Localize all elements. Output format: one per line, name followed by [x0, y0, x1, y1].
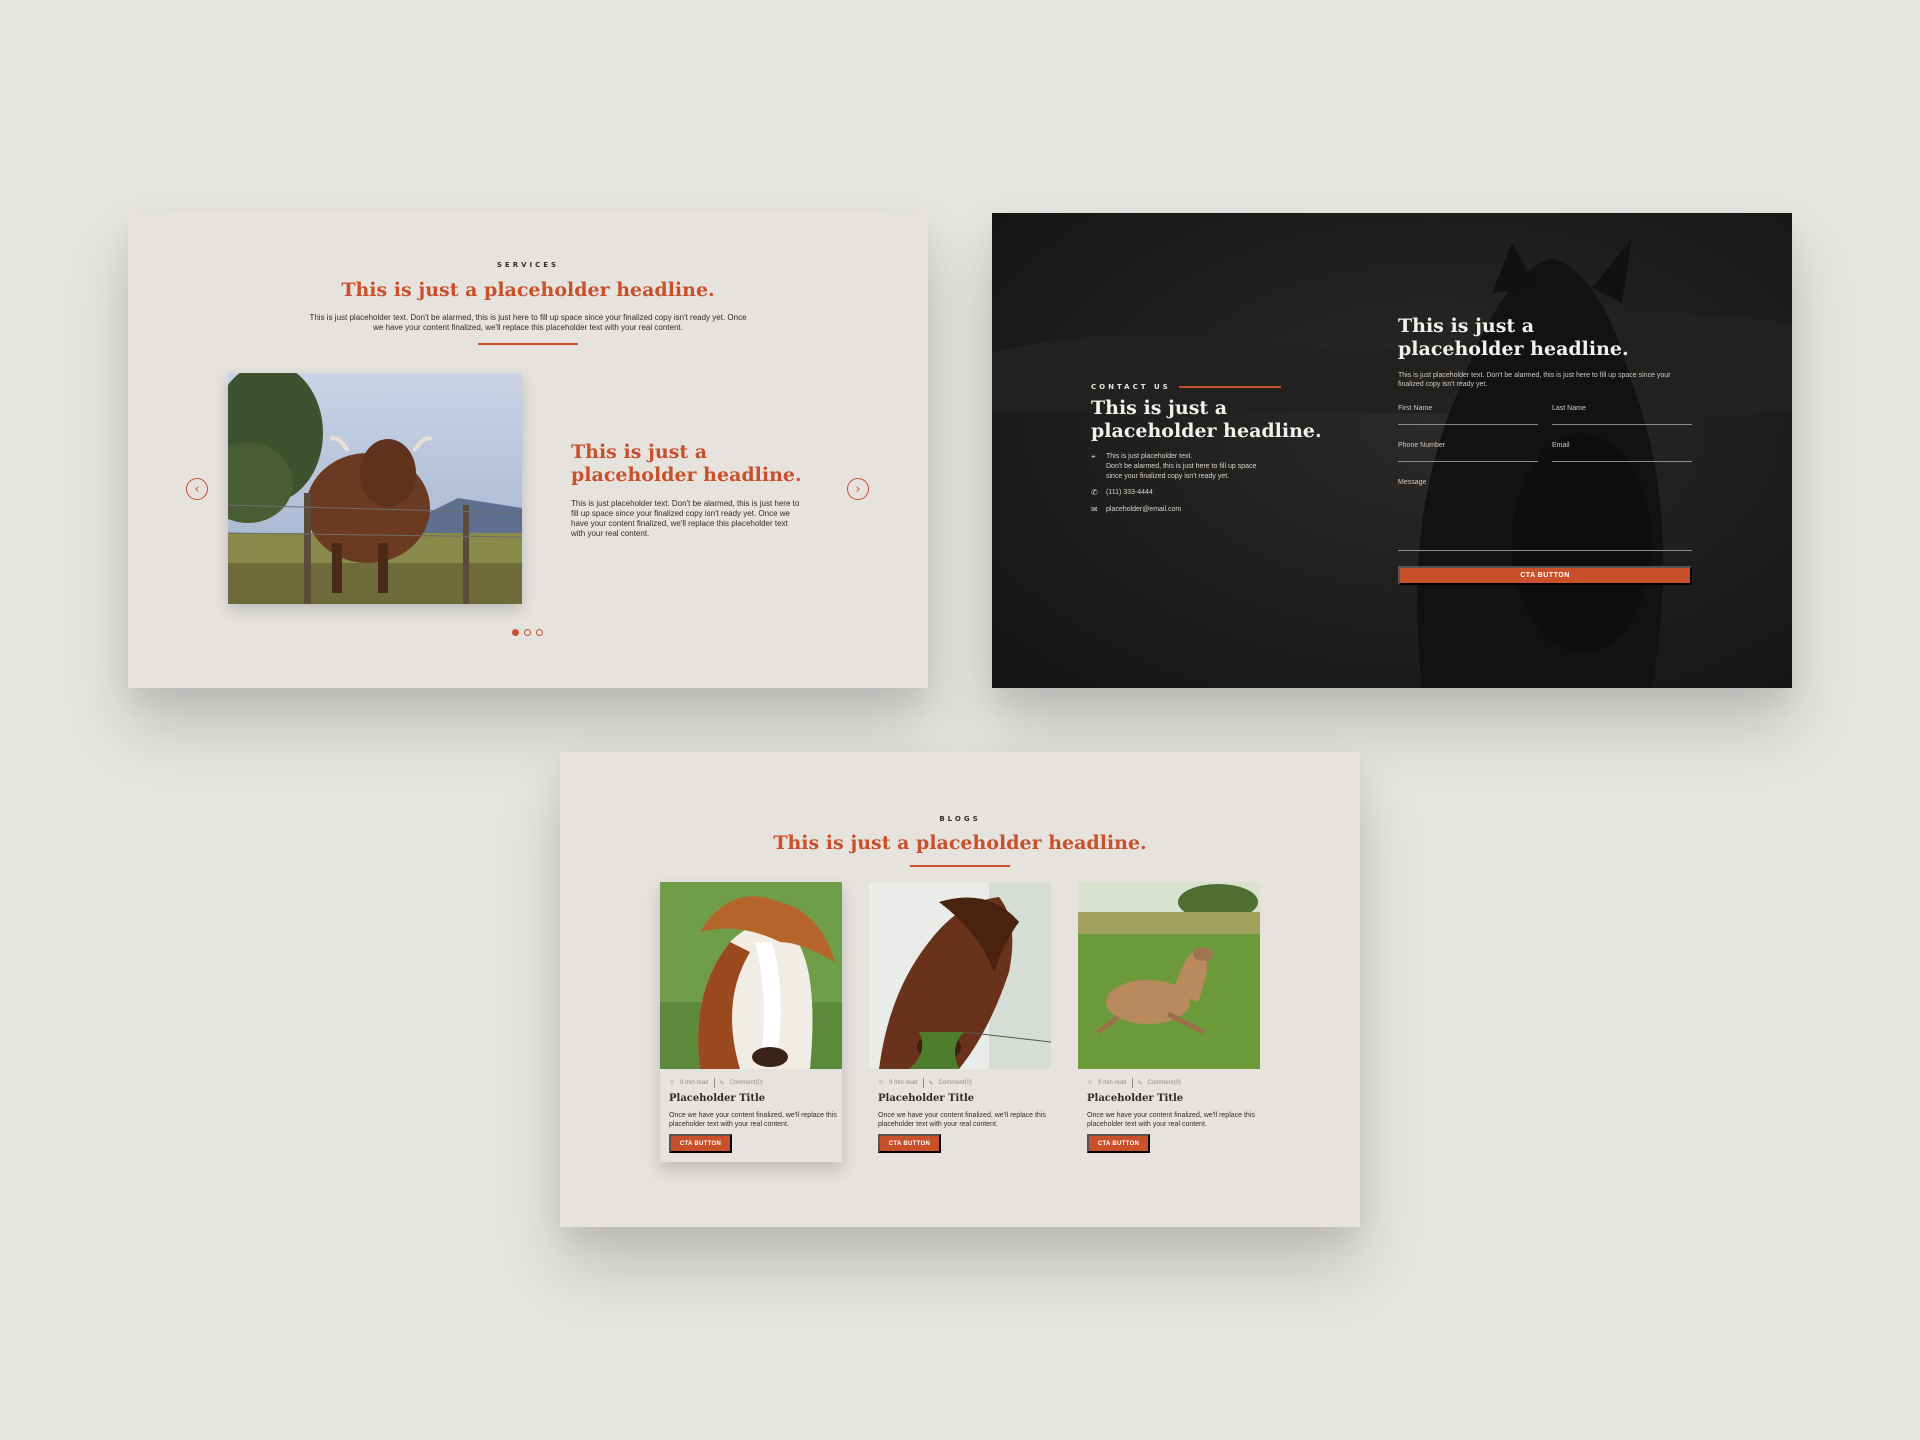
- slide-headline: This is just a placeholder headline.: [571, 441, 802, 486]
- contact-eyebrow-row: CONTACT US: [1091, 383, 1281, 391]
- comment-icon: ✎: [1137, 1080, 1143, 1087]
- read-time: 9 min read: [680, 1080, 709, 1086]
- slider-dot-3[interactable]: [536, 629, 543, 636]
- chevron-right-icon: ›: [855, 481, 861, 497]
- card-title[interactable]: Placeholder Title: [669, 1093, 765, 1104]
- foal-photo: [1078, 882, 1260, 1069]
- first-name-field[interactable]: First Name: [1398, 405, 1538, 425]
- slide-text: This is just placeholder text. Don't be …: [571, 499, 800, 538]
- blogs-headline: This is just a placeholder headline.: [773, 832, 1147, 854]
- bull-photo: [228, 373, 522, 604]
- user-icon: ☺: [878, 1080, 885, 1086]
- phone-icon: ✆: [1091, 488, 1098, 497]
- email-address[interactable]: placeholder@email.com: [1106, 505, 1181, 515]
- card-text: Once we have your content finalized, we'…: [1087, 1112, 1255, 1128]
- services-headline: This is just a placeholder headline.: [341, 279, 715, 301]
- phone-number-field[interactable]: Phone Number: [1398, 442, 1538, 462]
- blog-card[interactable]: ☺ 9 min read ✎ Comment(0) Placeholder Ti…: [869, 882, 1051, 1162]
- form-intro-text: This is just placeholder text. Don't be …: [1398, 372, 1671, 388]
- location-pin-icon: ⌖: [1091, 452, 1096, 461]
- phone-number[interactable]: (111) 333-4444: [1106, 488, 1153, 498]
- message-field[interactable]: Message: [1398, 479, 1692, 551]
- comment-icon: ✎: [719, 1080, 725, 1087]
- slider-prev-button[interactable]: ‹: [186, 478, 208, 500]
- services-panel: SERVICES This is just a placeholder head…: [128, 213, 928, 688]
- card-cta-button[interactable]: CTA BUTTON: [669, 1134, 732, 1153]
- horse-grazing-photo: [869, 882, 1051, 1069]
- slider-dots: [512, 629, 543, 636]
- services-divider: [478, 343, 578, 345]
- blogs-eyebrow: BLOGS: [939, 815, 981, 823]
- contact-headline: This is just a placeholder headline.: [1091, 397, 1322, 442]
- contact-phone[interactable]: ✆ (111) 333-4444: [1091, 488, 1153, 498]
- services-body-text: This is just placeholder text. Don't be …: [309, 313, 747, 332]
- comment-count[interactable]: Comment(0): [1148, 1080, 1181, 1086]
- card-title[interactable]: Placeholder Title: [878, 1093, 974, 1104]
- last-name-field[interactable]: Last Name: [1552, 405, 1692, 425]
- meta-separator: [1131, 1078, 1133, 1088]
- read-time: 9 min read: [1098, 1080, 1127, 1086]
- contact-email[interactable]: ✉ placeholder@email.com: [1091, 505, 1181, 515]
- user-icon: ☺: [669, 1080, 676, 1086]
- comment-count[interactable]: Comment(0): [730, 1080, 763, 1086]
- slider-dot-2[interactable]: [524, 629, 531, 636]
- meta-separator: [713, 1078, 715, 1088]
- blog-card[interactable]: ☺ 9 min read ✎ Comment(0) Placeholder Ti…: [1078, 882, 1260, 1162]
- contact-eyebrow: CONTACT US: [1091, 383, 1171, 391]
- contact-panel: CONTACT US This is just a placeholder he…: [992, 213, 1792, 688]
- card-meta: ☺ 9 min read ✎ Comment(0): [1087, 1078, 1181, 1088]
- card-meta: ☺ 9 min read ✎ Comment(0): [878, 1078, 972, 1088]
- read-time: 9 min read: [889, 1080, 918, 1086]
- envelope-icon: ✉: [1091, 505, 1098, 514]
- blogs-panel: BLOGS This is just a placeholder headlin…: [560, 752, 1360, 1227]
- contact-address: ⌖ This is just placeholder text. Don't b…: [1091, 452, 1266, 482]
- meta-separator: [922, 1078, 924, 1088]
- address-line-2: Don't be alarmed, this is just here to f…: [1106, 463, 1257, 480]
- slider-dot-1[interactable]: [512, 629, 519, 636]
- user-icon: ☺: [1087, 1080, 1094, 1086]
- card-text: Once we have your content finalized, we'…: [878, 1112, 1046, 1128]
- email-field[interactable]: Email: [1552, 442, 1692, 462]
- contact-eyebrow-divider: [1178, 386, 1281, 388]
- form-headline: This is just a placeholder headline.: [1398, 315, 1629, 360]
- card-meta: ☺ 9 min read ✎ Comment(0): [669, 1078, 763, 1088]
- card-title[interactable]: Placeholder Title: [1087, 1093, 1183, 1104]
- contact-cta-button[interactable]: CTA BUTTON: [1398, 566, 1692, 585]
- card-cta-button[interactable]: CTA BUTTON: [1087, 1134, 1150, 1153]
- slider-next-button[interactable]: ›: [847, 478, 869, 500]
- comment-count[interactable]: Comment(0): [939, 1080, 972, 1086]
- chevron-left-icon: ‹: [194, 481, 200, 497]
- address-line-1: This is just placeholder text.: [1106, 453, 1193, 460]
- comment-icon: ✎: [928, 1080, 934, 1087]
- services-eyebrow: SERVICES: [496, 261, 560, 269]
- pony-photo: [660, 882, 842, 1069]
- card-text: Once we have your content finalized, we'…: [669, 1112, 837, 1128]
- card-cta-button[interactable]: CTA BUTTON: [878, 1134, 941, 1153]
- blog-card[interactable]: ☺ 9 min read ✎ Comment(0) Placeholder Ti…: [660, 882, 842, 1162]
- blogs-divider: [910, 865, 1010, 867]
